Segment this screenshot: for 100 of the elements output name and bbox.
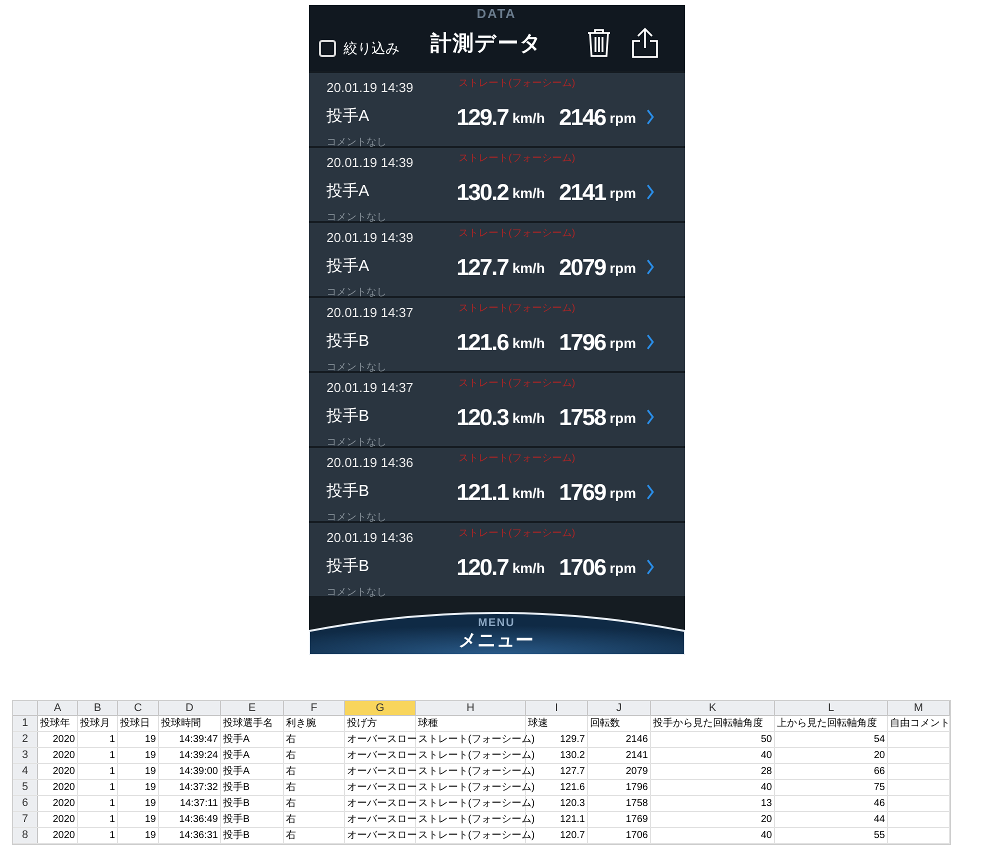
table-cell: 右 (286, 734, 296, 745)
column-header[interactable]: C (118, 701, 159, 715)
table-cell: 127.7 (560, 766, 585, 777)
table-cell: 40 (760, 750, 772, 761)
column-header[interactable]: A (38, 701, 78, 715)
table-cell: 1 (109, 734, 115, 745)
share-icon[interactable] (630, 27, 659, 59)
row-header[interactable]: 5 (13, 780, 38, 795)
table-cell: 120.7 (560, 830, 585, 841)
table-cell: 上から見た回転軸角度 (777, 718, 877, 729)
table-cell: 13 (760, 798, 772, 809)
table-cell: 右 (286, 814, 296, 825)
table-cell: 1758 (626, 798, 648, 809)
table-cell: 2020 (52, 782, 75, 793)
column-header[interactable]: M (888, 701, 950, 715)
record-row[interactable]: 20.01.19 14:39 ストレート(フォーシーム) 投手A 127.7 km/h 2079 rpm コメントなし (308, 223, 684, 298)
spin-value: 2141 (559, 178, 606, 206)
pitcher-name: 投手B (326, 406, 370, 427)
row-header[interactable]: 6 (13, 796, 38, 811)
table-cell: 14:37:32 (179, 782, 218, 793)
table-cell: 19 (144, 734, 156, 745)
pitcher-name: 投手A (326, 182, 370, 202)
table-cell: 回転数 (590, 718, 620, 729)
table-cell: 投手A (223, 766, 250, 777)
trash-icon[interactable] (586, 28, 611, 58)
table-cell: 投球月 (80, 718, 110, 729)
pitch-type: ストレート(フォーシーム) (458, 453, 576, 465)
column-header[interactable]: B (78, 701, 118, 715)
spin-unit: rpm (610, 559, 636, 578)
table-cell: 14:36:49 (179, 814, 218, 825)
record-row[interactable]: 20.01.19 14:37 ストレート(フォーシーム) 投手B 120.3 km/h 1758 rpm コメントなし (308, 373, 684, 448)
table-cell: 19 (144, 750, 156, 761)
pitch-type: ストレート(フォーシーム) (458, 528, 576, 540)
pitch-type: ストレート(フォーシーム) (458, 378, 576, 390)
table-cell: ストレート(フォーシーム) (418, 750, 535, 761)
column-header[interactable]: D (159, 701, 221, 715)
table-cell: 投球時間 (161, 718, 201, 729)
record-row[interactable]: 20.01.19 14:37 ストレート(フォーシーム) 投手B 121.6 km/h 1796 rpm コメントなし (308, 298, 684, 373)
table-cell: 1706 (626, 830, 648, 841)
speed-unit: km/h (512, 334, 545, 354)
record-row[interactable]: 20.01.19 14:39 ストレート(フォーシーム) 投手A 130.2 km/h 2141 rpm コメントなし (308, 148, 684, 223)
table-cell: 2020 (52, 766, 75, 777)
speed-unit: km/h (512, 484, 545, 504)
spin-unit: rpm (610, 484, 636, 504)
table-cell: 1 (109, 782, 115, 793)
record-row[interactable]: 20.01.19 14:36 ストレート(フォーシーム) 投手B 121.1 km/h 1769 rpm コメントなし (308, 448, 684, 523)
pitcher-name: 投手A (326, 106, 370, 127)
column-header[interactable]: E (221, 701, 284, 715)
table-cell: 投球選手名 (223, 718, 273, 729)
table-cell: 右 (286, 766, 296, 777)
row-header[interactable]: 7 (13, 812, 38, 827)
row-header[interactable]: 8 (13, 828, 38, 843)
speed-value: 129.7 (456, 102, 508, 132)
column-header[interactable]: K (651, 701, 775, 715)
spin-value: 2079 (559, 252, 606, 282)
speed-value: 127.7 (456, 252, 508, 282)
table-cell: ストレート(フォーシーム) (418, 782, 535, 793)
table-cell: 28 (760, 766, 772, 777)
table-cell: 19 (144, 766, 156, 777)
table-cell: 19 (144, 830, 156, 841)
filter-checkbox[interactable]: 絞り込み (318, 38, 430, 59)
speed-unit: km/h (512, 184, 545, 204)
table-cell: オーバースロー (347, 830, 417, 841)
table-cell: 2020 (52, 814, 75, 825)
record-row[interactable]: 20.01.19 14:39 ストレート(フォーシーム) 投手A 129.7 km/h 2146 rpm コメントなし (308, 73, 684, 148)
speed-value: 121.1 (456, 478, 508, 506)
table-cell: 66 (874, 766, 885, 777)
column-header[interactable]: H (416, 701, 526, 715)
screen-title: 計測データ (430, 30, 543, 56)
spin-value: 2146 (559, 102, 606, 132)
table-cell: 129.7 (560, 734, 585, 745)
table-cell: 130.2 (560, 750, 585, 761)
spin-unit: rpm (610, 109, 636, 128)
table-cell: 1 (109, 798, 115, 809)
record-datetime: 20.01.19 14:36 (326, 529, 414, 547)
row-header[interactable]: 3 (13, 748, 38, 763)
row-header[interactable]: 2 (13, 732, 38, 747)
table-cell: ストレート(フォーシーム) (418, 814, 535, 825)
table-cell: 投げ方 (347, 718, 377, 729)
column-header[interactable]: I (526, 701, 588, 715)
table-cell: 右 (286, 782, 296, 793)
comment-text: コメントなし (326, 211, 388, 225)
table-cell: 19 (144, 814, 156, 825)
table-cell: 投球日 (120, 718, 150, 729)
speed-value: 130.2 (456, 178, 508, 206)
table-cell: 右 (286, 750, 296, 761)
column-header[interactable]: J (588, 701, 651, 715)
table-cell: 投球年 (40, 718, 70, 729)
row-header[interactable]: 1 (13, 716, 38, 731)
table-cell: 球種 (418, 718, 438, 729)
table-cell: 19 (144, 798, 156, 809)
table-cell: 利き腕 (286, 718, 316, 729)
table-cell: 1 (109, 830, 115, 841)
spin-unit: rpm (610, 184, 636, 204)
record-row[interactable]: 20.01.19 14:36 ストレート(フォーシーム) 投手B 120.7 km/h 1706 rpm コメントなし (308, 523, 684, 598)
row-header[interactable]: 4 (13, 764, 38, 779)
column-header[interactable]: G (345, 701, 416, 715)
column-header[interactable]: L (775, 701, 888, 715)
table-cell: 2020 (52, 734, 75, 745)
menu-bar[interactable]: MENU メニュー (308, 601, 684, 655)
